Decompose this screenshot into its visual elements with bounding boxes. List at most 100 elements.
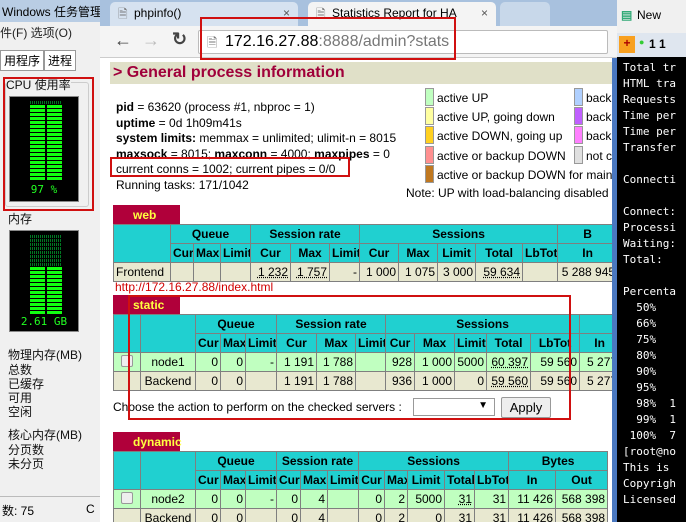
cell bbox=[522, 262, 559, 282]
cell: - bbox=[329, 262, 361, 282]
tab-applications[interactable]: 用程序 bbox=[0, 50, 45, 71]
tab-processes[interactable]: 进程 bbox=[44, 50, 77, 71]
cell: 5 277 bbox=[579, 352, 612, 372]
info-key: system limits: bbox=[116, 131, 197, 145]
legend-note: Note: UP with load-balancing disabled bbox=[406, 186, 609, 200]
cell: 31 bbox=[474, 508, 510, 522]
cell: 3 000 bbox=[437, 262, 477, 282]
cell: 0 bbox=[220, 489, 246, 509]
info-line: system limits: memmax = unlimited; ulimi… bbox=[116, 131, 396, 145]
cell: 0 bbox=[220, 508, 246, 522]
cell: 31 bbox=[444, 508, 476, 522]
legend-swatch bbox=[425, 126, 434, 145]
server-checkbox[interactable] bbox=[121, 491, 133, 504]
new-tab-button[interactable] bbox=[500, 2, 550, 26]
column-header: Total bbox=[444, 470, 476, 490]
highlight-box bbox=[128, 295, 571, 420]
reload-icon[interactable]: ↻ bbox=[172, 29, 187, 50]
column-group-header: B bbox=[557, 224, 612, 244]
column-header: Out bbox=[555, 470, 609, 490]
new-icon: ▤ bbox=[621, 8, 633, 22]
column-header: Cur bbox=[359, 243, 400, 263]
cell: 0 bbox=[358, 489, 386, 509]
status-bar: 数: 75 C bbox=[0, 496, 100, 522]
table-row: node2 0 0-0 4 0 2 5000 31 31 11 426 568 398 bbox=[113, 489, 609, 509]
cell: 4 bbox=[300, 508, 329, 522]
info-value: = 0 bbox=[369, 146, 390, 161]
info-value: = 0d 1h09m41s bbox=[155, 115, 242, 130]
column-header: Max bbox=[290, 243, 331, 263]
terminal-output: Total tr HTML tra Requests Time per Time… bbox=[623, 61, 676, 506]
meter-bar bbox=[30, 307, 62, 310]
header-row: Queue Session rate Sessions B bbox=[113, 224, 612, 263]
kernel-memory-label: 核心内存(MB) bbox=[8, 428, 82, 442]
legend-swatch bbox=[574, 145, 583, 164]
meter-bar bbox=[30, 239, 62, 242]
memory-stat-label: 已缓存 bbox=[8, 377, 45, 391]
status-dot-icon: ● bbox=[639, 37, 645, 47]
row-name: Frontend bbox=[113, 262, 171, 282]
info-value: Running tasks: 171/1042 bbox=[116, 177, 249, 192]
window-title: Windows 任务管理器 bbox=[0, 0, 100, 22]
column-group-header: Sessions bbox=[358, 451, 510, 471]
column-header: In bbox=[557, 243, 612, 263]
cell: 4 bbox=[300, 489, 329, 509]
meter-bar bbox=[30, 275, 62, 278]
meter-bar bbox=[30, 247, 62, 250]
forward-icon[interactable]: → bbox=[142, 30, 160, 51]
legend-swatch bbox=[574, 88, 583, 106]
column-group-header: Sessions bbox=[359, 224, 559, 244]
memory-stat-label: 总数 bbox=[8, 363, 33, 377]
close-tab-icon[interactable]: × bbox=[481, 6, 488, 20]
meter-bar bbox=[30, 291, 62, 294]
cell: 0 bbox=[195, 508, 221, 522]
column-header: Limit bbox=[219, 243, 252, 263]
meter-bar bbox=[30, 263, 62, 266]
menu-bar[interactable]: 件(F) 选项(O) bbox=[0, 24, 72, 41]
meter-bar bbox=[30, 271, 62, 274]
highlight-box bbox=[3, 77, 94, 211]
info-key: uptime bbox=[116, 115, 156, 130]
column-header: Limit bbox=[329, 243, 361, 263]
cell: 11 426 bbox=[508, 508, 557, 522]
meter-bar bbox=[30, 287, 62, 290]
cell: 568 398 bbox=[555, 508, 609, 522]
proxy-name-tab: web bbox=[113, 205, 180, 224]
cell: 0 bbox=[276, 489, 302, 509]
legend-label: not c bbox=[586, 148, 612, 163]
memory-stat-label: 可用 bbox=[8, 391, 33, 405]
dynamic-stats-table: Queue Session rate Sessions Bytes Cur Max Limi… bbox=[113, 451, 609, 522]
cell: 5 288 945 bbox=[557, 262, 612, 282]
cell: 1 232 bbox=[250, 262, 292, 282]
legend-swatch bbox=[425, 107, 434, 126]
cell bbox=[170, 262, 194, 282]
column-header: Cur bbox=[195, 470, 221, 490]
column-header: Max bbox=[384, 470, 409, 490]
column-header: Cur bbox=[250, 243, 292, 263]
info-value: memmax = unlimited; ulimit-n = 8015 bbox=[196, 131, 397, 145]
session-tab[interactable]: + ● 1 1 bbox=[617, 33, 686, 57]
back-icon[interactable]: ← bbox=[114, 30, 132, 51]
section-heading: > General process information bbox=[110, 62, 612, 84]
cell bbox=[244, 508, 278, 522]
column-header: Cur bbox=[358, 470, 386, 490]
cell: 0 bbox=[195, 489, 221, 509]
legend-label: active or backup DOWN for main bbox=[437, 167, 612, 182]
meter-bar bbox=[30, 299, 62, 302]
url-link[interactable]: http://172.16.27.88/index.html bbox=[115, 280, 273, 294]
meter-bar bbox=[30, 267, 62, 270]
info-line: pid = 63620 (process #1, nbproc = 1) bbox=[116, 100, 315, 114]
add-session-icon: + bbox=[619, 36, 635, 53]
header-row: Queue Session rate Sessions Bytes bbox=[113, 451, 609, 490]
legend-label: active UP bbox=[437, 91, 489, 105]
tab-label: phpinfo() bbox=[134, 6, 182, 20]
column-header: Cur bbox=[170, 243, 194, 263]
legend-label: active UP, going down bbox=[437, 110, 555, 125]
cell: 568 398 bbox=[555, 489, 609, 509]
new-button[interactable]: ▤ New bbox=[617, 0, 686, 33]
cell: 2 bbox=[384, 489, 409, 509]
terminal-window: ▤ New + ● 1 1 Total tr HTML tra Requests Ti… bbox=[617, 0, 686, 522]
legend-swatch bbox=[574, 126, 583, 145]
meter-bar bbox=[30, 251, 62, 254]
meter-bar bbox=[30, 283, 62, 286]
